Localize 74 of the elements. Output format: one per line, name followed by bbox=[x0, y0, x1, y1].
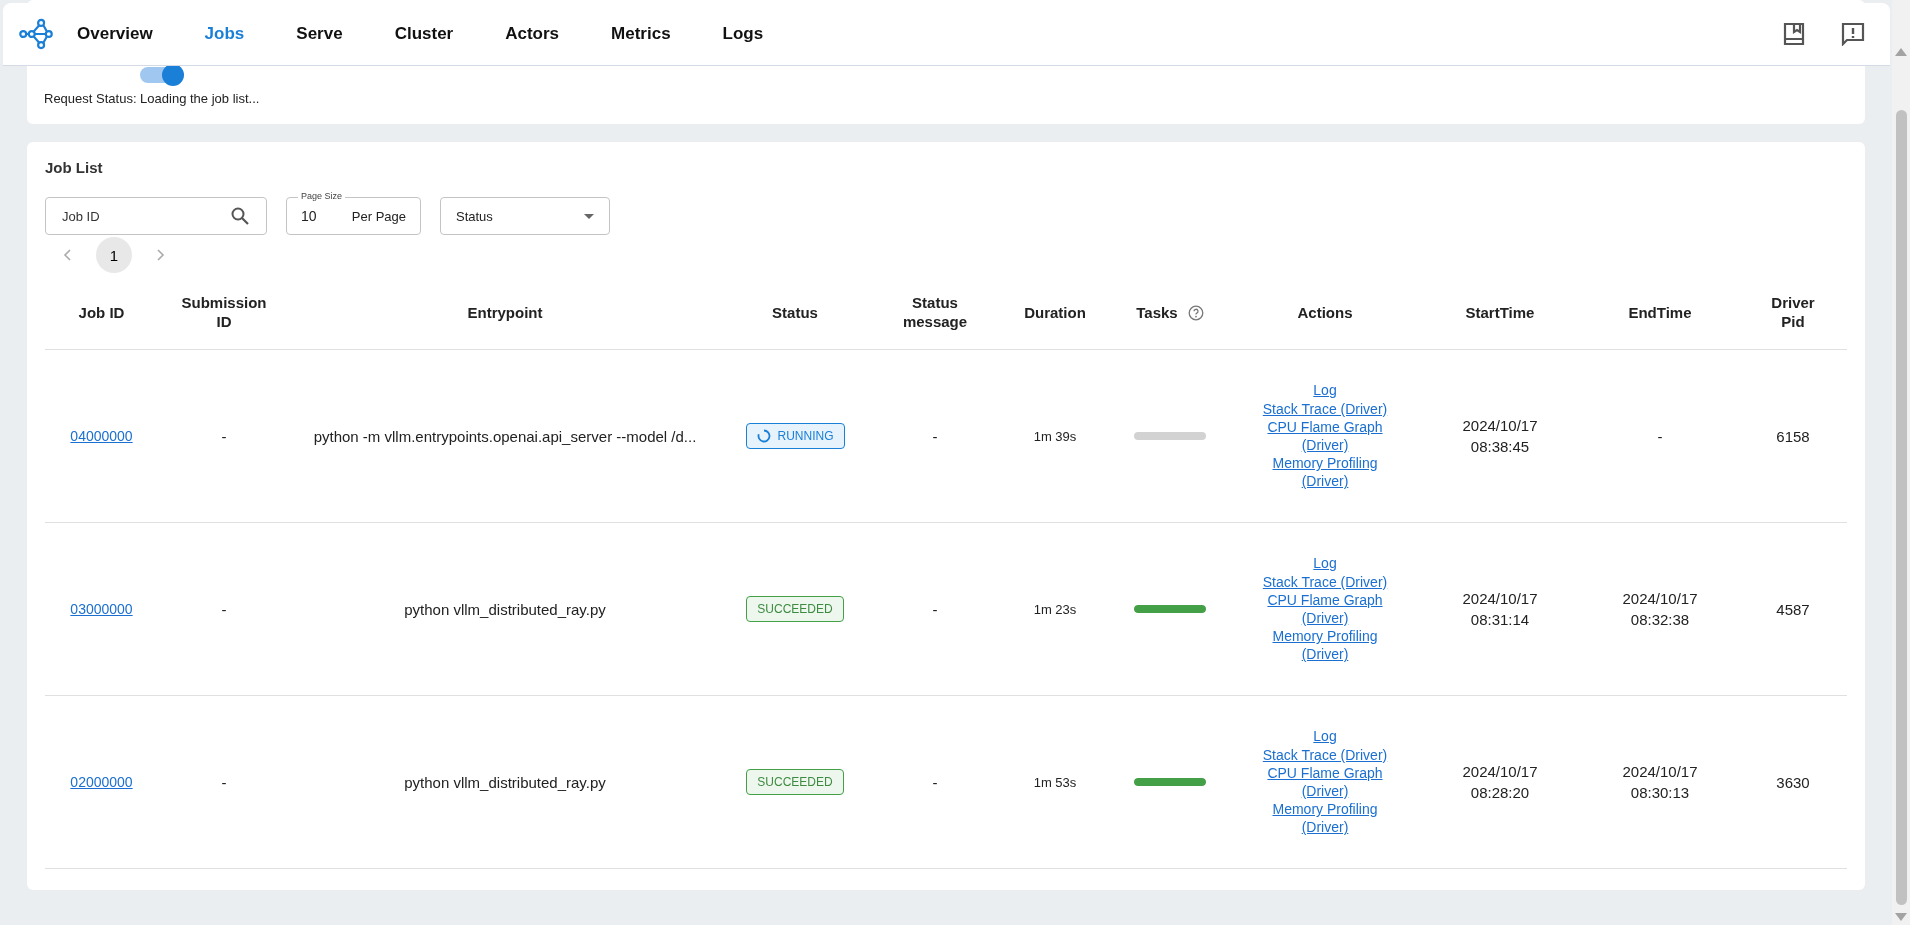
table-cell: 1m 23s bbox=[1033, 601, 1077, 617]
table-cell: 6158 bbox=[1776, 427, 1810, 445]
job-id-link[interactable]: 02000000 bbox=[70, 774, 133, 790]
action-link[interactable]: CPU Flame Graph (Driver) bbox=[1250, 763, 1400, 801]
column-header: Submission ID bbox=[180, 294, 268, 332]
column-header: Actions bbox=[1297, 303, 1353, 323]
nav-tab[interactable]: Cluster bbox=[394, 24, 454, 44]
table-cell: python vllm_distributed_ray.py bbox=[404, 600, 606, 618]
column-header: Job ID bbox=[78, 303, 125, 323]
page-button[interactable]: 1 bbox=[96, 237, 132, 273]
column-header: Entrypoint bbox=[467, 303, 543, 323]
table-cell-text: 2024/10/17 08:28:20 bbox=[1461, 762, 1539, 803]
auto-refresh-toggle[interactable] bbox=[140, 67, 182, 83]
nav-tab[interactable]: Serve bbox=[296, 24, 343, 44]
search-icon bbox=[231, 207, 249, 225]
table-cell-text: 2024/10/17 08:38:45 bbox=[1461, 416, 1539, 457]
status-badge: SUCCEEDED bbox=[746, 596, 844, 622]
table-cell: python -m vllm.entrypoints.openai.api_server --model /d... bbox=[313, 427, 697, 445]
nav-tab[interactable]: Logs bbox=[722, 24, 764, 44]
scrollbar[interactable] bbox=[1892, 0, 1910, 925]
chevron-left-icon[interactable] bbox=[63, 249, 71, 261]
action-link[interactable]: Stack Trace (Driver) bbox=[1262, 399, 1388, 418]
search-field[interactable]: Job ID bbox=[45, 197, 267, 235]
column-header: EndTime bbox=[1628, 303, 1692, 323]
nav-tab[interactable]: Overview bbox=[77, 24, 153, 44]
help-icon[interactable] bbox=[1187, 305, 1204, 321]
spinner-icon bbox=[756, 429, 771, 443]
job-id-link[interactable]: 04000000 bbox=[70, 428, 133, 444]
column-header: Driver Pid bbox=[1770, 294, 1816, 332]
table-cell-text: 2024/10/17 08:32:38 bbox=[1621, 589, 1699, 630]
table-cell: - bbox=[932, 773, 938, 791]
book-icon[interactable] bbox=[1783, 22, 1805, 46]
column-header: Status bbox=[772, 303, 818, 323]
section-title: Job List bbox=[45, 159, 103, 176]
table-cell-text: 2024/10/17 08:31:14 bbox=[1461, 589, 1539, 630]
chevron-right-icon[interactable] bbox=[157, 249, 165, 261]
nav-tab[interactable]: Actors bbox=[505, 24, 560, 44]
table-cell: - bbox=[932, 427, 938, 445]
field-label: Page Size bbox=[298, 191, 346, 202]
action-link[interactable]: Memory Profiling (Driver) bbox=[1250, 454, 1400, 491]
action-link[interactable]: CPU Flame Graph (Driver) bbox=[1250, 590, 1400, 628]
status-dropdown[interactable]: Status bbox=[440, 197, 610, 235]
table-cell: - bbox=[221, 600, 227, 618]
table-cell: - bbox=[221, 427, 227, 445]
action-link[interactable]: Stack Trace (Driver) bbox=[1262, 572, 1388, 591]
action-link[interactable]: Log bbox=[1313, 381, 1337, 400]
table-cell: 1m 53s bbox=[1033, 774, 1077, 790]
table-cell: 1m 39s bbox=[1033, 428, 1077, 444]
column-header: Status message bbox=[901, 294, 969, 332]
nav-tab[interactable]: Metrics bbox=[611, 24, 671, 44]
action-link[interactable]: Memory Profiling (Driver) bbox=[1250, 800, 1400, 837]
feedback-icon[interactable] bbox=[1841, 22, 1865, 46]
caret-icon bbox=[584, 213, 594, 219]
column-header: Duration bbox=[1024, 303, 1086, 323]
job-id-link[interactable]: 03000000 bbox=[70, 601, 133, 617]
table-cell: python vllm_distributed_ray.py bbox=[404, 773, 606, 791]
status-badge: RUNNING bbox=[745, 423, 845, 449]
request-status-text: Request Status: Loading the job list... bbox=[44, 91, 261, 106]
column-header: StartTime bbox=[1465, 303, 1535, 323]
action-link[interactable]: Memory Profiling (Driver) bbox=[1250, 627, 1400, 664]
table-cell-text: 2024/10/17 08:30:13 bbox=[1621, 762, 1699, 803]
nav-tab[interactable]: Jobs bbox=[204, 24, 245, 44]
status-badge: SUCCEEDED bbox=[746, 769, 844, 795]
column-header: Tasks bbox=[1136, 303, 1178, 323]
table-cell: 3630 bbox=[1776, 773, 1810, 791]
action-link[interactable]: Log bbox=[1313, 554, 1337, 573]
table-cell: - bbox=[221, 773, 227, 791]
action-link[interactable]: Stack Trace (Driver) bbox=[1262, 745, 1388, 764]
table-cell: 4587 bbox=[1776, 600, 1810, 618]
table-cell-text: - bbox=[1657, 426, 1663, 447]
network-logo-icon[interactable] bbox=[19, 17, 53, 51]
action-link[interactable]: CPU Flame Graph (Driver) bbox=[1250, 417, 1400, 455]
table-cell: - bbox=[932, 600, 938, 618]
action-link[interactable]: Log bbox=[1313, 727, 1337, 746]
